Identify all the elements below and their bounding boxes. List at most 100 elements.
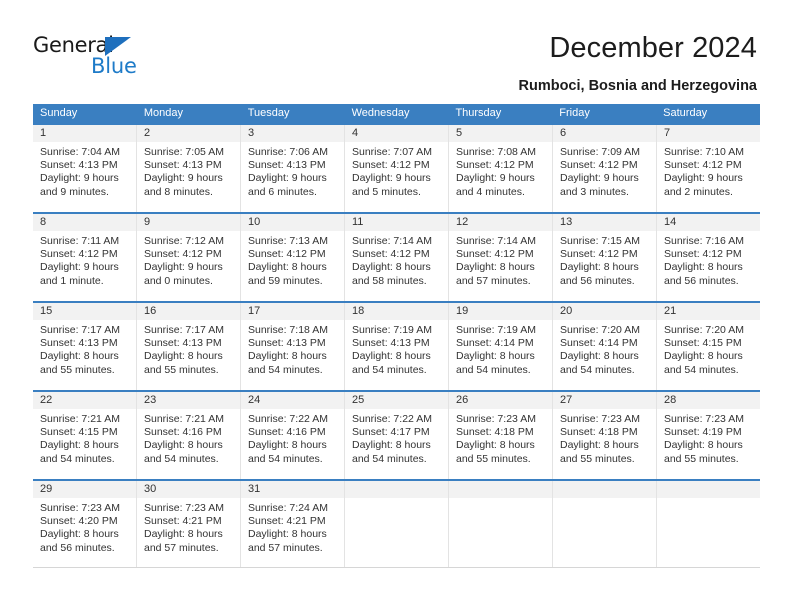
daylight-text-line2: and 54 minutes. (560, 363, 635, 376)
daylight-text-line1: Daylight: 8 hours (352, 261, 431, 274)
day-cell[interactable]: 16 Sunrise: 7:17 AM Sunset: 4:13 PM Dayl… (137, 303, 241, 390)
day-cell[interactable]: 28 Sunrise: 7:23 AM Sunset: 4:19 PM Dayl… (657, 392, 760, 479)
day-info: Sunrise: 7:23 AM Sunset: 4:21 PM Dayligh… (137, 498, 240, 555)
week-row: 29 Sunrise: 7:23 AM Sunset: 4:20 PM Dayl… (33, 479, 760, 568)
daylight-text-line1: Daylight: 8 hours (664, 350, 743, 363)
day-info: Sunrise: 7:04 AM Sunset: 4:13 PM Dayligh… (33, 142, 136, 199)
day-cell[interactable]: 24 Sunrise: 7:22 AM Sunset: 4:16 PM Dayl… (241, 392, 345, 479)
sunset-text: Sunset: 4:13 PM (144, 337, 222, 350)
sunset-text: Sunset: 4:13 PM (40, 337, 118, 350)
day-number: 15 (40, 305, 53, 317)
daylight-text-line1: Daylight: 8 hours (560, 439, 639, 452)
day-cell[interactable]: 15 Sunrise: 7:17 AM Sunset: 4:13 PM Dayl… (33, 303, 137, 390)
page-title: December 2024 (549, 32, 757, 64)
daylight-text-line2: and 55 minutes. (144, 363, 219, 376)
day-info: Sunrise: 7:07 AM Sunset: 4:12 PM Dayligh… (345, 142, 448, 199)
daylight-text-line1: Daylight: 8 hours (248, 350, 327, 363)
day-cell[interactable]: 9 Sunrise: 7:12 AM Sunset: 4:12 PM Dayli… (137, 214, 241, 301)
day-cell[interactable]: 25 Sunrise: 7:22 AM Sunset: 4:17 PM Dayl… (345, 392, 449, 479)
day-info: Sunrise: 7:22 AM Sunset: 4:16 PM Dayligh… (241, 409, 344, 466)
day-number: 16 (144, 305, 157, 317)
day-cell-empty (657, 481, 760, 567)
day-cell[interactable]: 4 Sunrise: 7:07 AM Sunset: 4:12 PM Dayli… (345, 125, 449, 212)
weekday-header-friday: Friday (559, 107, 590, 119)
sunset-text: Sunset: 4:13 PM (144, 159, 222, 172)
daylight-text-line1: Daylight: 8 hours (352, 439, 431, 452)
day-cell-empty (449, 481, 553, 567)
day-cell[interactable]: 14 Sunrise: 7:16 AM Sunset: 4:12 PM Dayl… (657, 214, 760, 301)
day-cell[interactable]: 29 Sunrise: 7:23 AM Sunset: 4:20 PM Dayl… (33, 481, 137, 567)
day-cell[interactable]: 12 Sunrise: 7:14 AM Sunset: 4:12 PM Dayl… (449, 214, 553, 301)
day-cell[interactable]: 26 Sunrise: 7:23 AM Sunset: 4:18 PM Dayl… (449, 392, 553, 479)
daylight-text-line2: and 57 minutes. (144, 541, 219, 554)
day-cell[interactable]: 22 Sunrise: 7:21 AM Sunset: 4:15 PM Dayl… (33, 392, 137, 479)
day-number-bar: 10 (241, 214, 344, 231)
day-cell[interactable]: 5 Sunrise: 7:08 AM Sunset: 4:12 PM Dayli… (449, 125, 553, 212)
sunset-text: Sunset: 4:12 PM (664, 248, 742, 261)
day-number: 22 (40, 394, 53, 406)
day-number-bar: 27 (553, 392, 656, 409)
day-cell-empty (553, 481, 657, 567)
day-cell[interactable]: 23 Sunrise: 7:21 AM Sunset: 4:16 PM Dayl… (137, 392, 241, 479)
day-cell[interactable]: 7 Sunrise: 7:10 AM Sunset: 4:12 PM Dayli… (657, 125, 760, 212)
general-blue-logo[interactable]: General Blue (33, 34, 163, 82)
day-cell[interactable]: 6 Sunrise: 7:09 AM Sunset: 4:12 PM Dayli… (553, 125, 657, 212)
sunset-text: Sunset: 4:13 PM (248, 337, 326, 350)
sunset-text: Sunset: 4:15 PM (40, 426, 118, 439)
sunset-text: Sunset: 4:12 PM (352, 159, 430, 172)
daylight-text-line1: Daylight: 8 hours (248, 261, 327, 274)
day-cell[interactable]: 10 Sunrise: 7:13 AM Sunset: 4:12 PM Dayl… (241, 214, 345, 301)
day-cell[interactable]: 18 Sunrise: 7:19 AM Sunset: 4:13 PM Dayl… (345, 303, 449, 390)
day-cell[interactable]: 19 Sunrise: 7:19 AM Sunset: 4:14 PM Dayl… (449, 303, 553, 390)
day-cell[interactable]: 17 Sunrise: 7:18 AM Sunset: 4:13 PM Dayl… (241, 303, 345, 390)
sunset-text: Sunset: 4:21 PM (144, 515, 222, 528)
day-number: 3 (248, 127, 255, 139)
logo-text-general: General (33, 33, 114, 57)
day-number-bar: 16 (137, 303, 240, 320)
day-info: Sunrise: 7:20 AM Sunset: 4:14 PM Dayligh… (553, 320, 656, 377)
day-number: 1 (40, 127, 47, 139)
day-number-bar: 3 (241, 125, 344, 142)
day-number-bar: 22 (33, 392, 136, 409)
day-cell[interactable]: 13 Sunrise: 7:15 AM Sunset: 4:12 PM Dayl… (553, 214, 657, 301)
day-cell[interactable]: 30 Sunrise: 7:23 AM Sunset: 4:21 PM Dayl… (137, 481, 241, 567)
day-number-bar (553, 481, 656, 498)
day-cell[interactable]: 8 Sunrise: 7:11 AM Sunset: 4:12 PM Dayli… (33, 214, 137, 301)
sunrise-text: Sunrise: 7:14 AM (352, 235, 432, 247)
day-cell[interactable]: 1 Sunrise: 7:04 AM Sunset: 4:13 PM Dayli… (33, 125, 137, 212)
day-cell[interactable]: 3 Sunrise: 7:06 AM Sunset: 4:13 PM Dayli… (241, 125, 345, 212)
daylight-text-line2: and 6 minutes. (248, 185, 317, 198)
day-info: Sunrise: 7:17 AM Sunset: 4:13 PM Dayligh… (33, 320, 136, 377)
daylight-text-line1: Daylight: 9 hours (40, 172, 119, 185)
day-info: Sunrise: 7:09 AM Sunset: 4:12 PM Dayligh… (553, 142, 656, 199)
day-number-bar: 2 (137, 125, 240, 142)
day-cell[interactable]: 20 Sunrise: 7:20 AM Sunset: 4:14 PM Dayl… (553, 303, 657, 390)
day-cell[interactable]: 31 Sunrise: 7:24 AM Sunset: 4:21 PM Dayl… (241, 481, 345, 567)
daylight-text-line1: Daylight: 9 hours (352, 172, 431, 185)
day-number: 24 (248, 394, 261, 406)
day-cell[interactable]: 21 Sunrise: 7:20 AM Sunset: 4:15 PM Dayl… (657, 303, 760, 390)
day-number: 11 (352, 216, 364, 228)
day-info: Sunrise: 7:22 AM Sunset: 4:17 PM Dayligh… (345, 409, 448, 466)
day-number: 18 (352, 305, 365, 317)
day-number-bar: 4 (345, 125, 448, 142)
day-info: Sunrise: 7:11 AM Sunset: 4:12 PM Dayligh… (33, 231, 136, 288)
day-cell[interactable]: 27 Sunrise: 7:23 AM Sunset: 4:18 PM Dayl… (553, 392, 657, 479)
day-cell[interactable]: 11 Sunrise: 7:14 AM Sunset: 4:12 PM Dayl… (345, 214, 449, 301)
sunrise-text: Sunrise: 7:19 AM (456, 324, 536, 336)
day-info: Sunrise: 7:23 AM Sunset: 4:18 PM Dayligh… (553, 409, 656, 466)
daylight-text-line2: and 59 minutes. (248, 274, 323, 287)
day-number-bar: 25 (345, 392, 448, 409)
weekday-header-thursday: Thursday (455, 107, 502, 119)
day-info: Sunrise: 7:08 AM Sunset: 4:12 PM Dayligh… (449, 142, 552, 199)
sunset-text: Sunset: 4:16 PM (144, 426, 222, 439)
day-cell[interactable]: 2 Sunrise: 7:05 AM Sunset: 4:13 PM Dayli… (137, 125, 241, 212)
day-info: Sunrise: 7:12 AM Sunset: 4:12 PM Dayligh… (137, 231, 240, 288)
daylight-text-line2: and 0 minutes. (144, 274, 213, 287)
sunrise-text: Sunrise: 7:21 AM (40, 413, 120, 425)
sunrise-text: Sunrise: 7:16 AM (664, 235, 744, 247)
day-number-bar: 18 (345, 303, 448, 320)
day-number: 6 (560, 127, 567, 139)
day-info: Sunrise: 7:23 AM Sunset: 4:19 PM Dayligh… (657, 409, 760, 466)
day-number-bar: 17 (241, 303, 344, 320)
